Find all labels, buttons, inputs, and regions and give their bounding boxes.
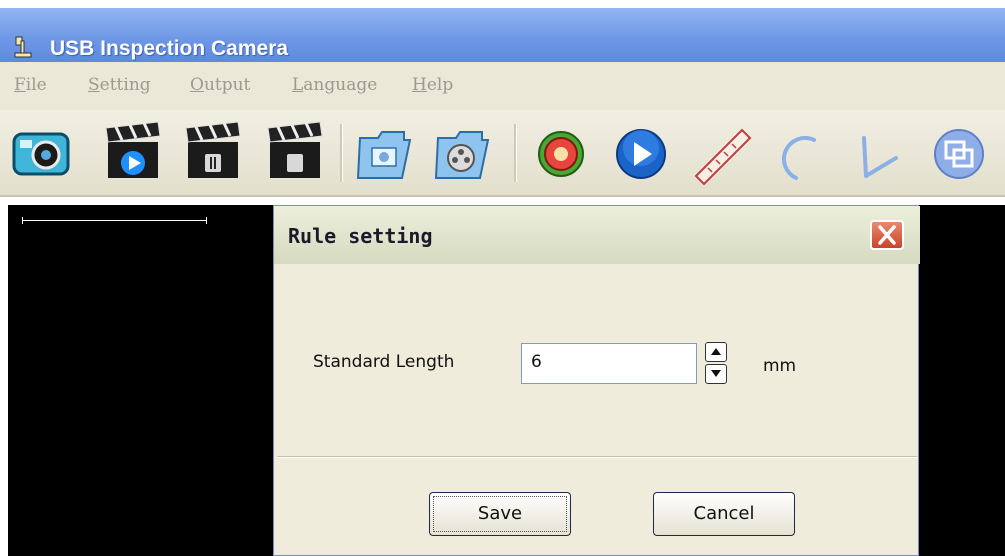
measure-line-end bbox=[206, 217, 207, 224]
title-bar[interactable]: USB Inspection Camera bbox=[0, 8, 1005, 62]
settings-gear-icon bbox=[538, 131, 584, 177]
menu-setting[interactable]: Setting bbox=[88, 75, 151, 95]
length-stepper[interactable] bbox=[705, 342, 727, 385]
menu-file-accel: F bbox=[14, 75, 26, 95]
dialog-title-bar[interactable]: Rule setting bbox=[274, 206, 920, 264]
toolbar-separator bbox=[340, 124, 343, 182]
photo-folder-button[interactable] bbox=[352, 118, 418, 188]
record-button[interactable] bbox=[100, 118, 166, 188]
standard-length-input[interactable]: 6 bbox=[521, 343, 697, 384]
dialog-body: Standard Length 6 mm Save Cancel bbox=[275, 264, 917, 554]
app-title: USB Inspection Camera bbox=[50, 37, 289, 60]
close-icon bbox=[878, 225, 896, 245]
arc-icon bbox=[782, 136, 816, 180]
menu-help-accel: H bbox=[412, 75, 427, 95]
stepper-down-button[interactable] bbox=[705, 364, 727, 384]
camera-button[interactable] bbox=[8, 118, 74, 188]
ruler-button[interactable] bbox=[690, 118, 756, 188]
stepper-up-button[interactable] bbox=[705, 342, 727, 362]
menu-file-label: ile bbox=[25, 75, 47, 95]
cancel-button[interactable]: Cancel bbox=[653, 492, 795, 536]
menu-setting-accel: S bbox=[88, 75, 100, 95]
dialog-title: Rule setting bbox=[288, 224, 433, 248]
video-stop-icon bbox=[267, 121, 323, 178]
angle-icon bbox=[862, 136, 898, 178]
save-button[interactable]: Save bbox=[429, 492, 571, 536]
pause-button[interactable] bbox=[180, 118, 246, 188]
menu-help-label: elp bbox=[426, 75, 454, 95]
app-window: USB Inspection Camera File Setting Outpu… bbox=[0, 0, 1005, 556]
dialog-separator bbox=[277, 456, 917, 458]
measure-line-start bbox=[22, 217, 23, 224]
menu-output-accel: O bbox=[190, 75, 204, 95]
video-folder-icon bbox=[434, 131, 490, 179]
menu-help[interactable]: Help bbox=[412, 75, 453, 95]
app-camera-icon bbox=[14, 36, 32, 58]
video-record-icon bbox=[105, 121, 161, 178]
ruler-icon bbox=[694, 128, 752, 186]
overlay-button[interactable] bbox=[926, 118, 992, 188]
rule-setting-dialog: Rule setting Standard Length 6 mm Save C… bbox=[273, 205, 920, 556]
angle-button[interactable] bbox=[846, 118, 912, 188]
menu-output[interactable]: Output bbox=[190, 75, 250, 95]
toolbar-separator bbox=[514, 124, 517, 182]
menu-file[interactable]: File bbox=[14, 75, 47, 95]
menu-language[interactable]: Language bbox=[292, 75, 377, 95]
measure-line bbox=[22, 220, 206, 221]
play-icon bbox=[616, 129, 666, 179]
menu-setting-label: etting bbox=[99, 75, 151, 95]
video-folder-button[interactable] bbox=[430, 118, 496, 188]
standard-length-label: Standard Length bbox=[313, 352, 455, 372]
overlay-icon bbox=[934, 129, 984, 179]
settings-button[interactable] bbox=[528, 118, 594, 188]
arc-button[interactable] bbox=[770, 118, 836, 188]
menu-output-label: utput bbox=[203, 75, 251, 95]
play-button[interactable] bbox=[608, 118, 674, 188]
unit-label: mm bbox=[763, 356, 797, 376]
video-pause-icon bbox=[185, 121, 241, 178]
toolbar bbox=[0, 110, 1005, 197]
chevron-down-icon bbox=[711, 370, 721, 377]
menu-bar: File Setting Output Language Help bbox=[0, 62, 1005, 110]
menu-language-accel: L bbox=[292, 75, 304, 95]
close-button[interactable] bbox=[870, 220, 904, 250]
chevron-up-icon bbox=[711, 348, 721, 355]
stop-button[interactable] bbox=[262, 118, 328, 188]
menu-language-label: anguage bbox=[303, 75, 378, 95]
camera-icon bbox=[12, 132, 70, 176]
photo-folder-icon bbox=[356, 131, 412, 179]
